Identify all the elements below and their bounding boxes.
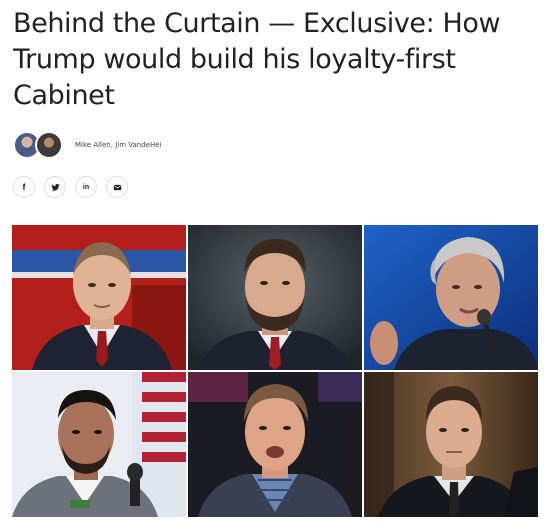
portrait-man-speaking-flag-photo[interactable] bbox=[12, 372, 186, 517]
email-share-button[interactable] bbox=[106, 176, 128, 198]
email-icon bbox=[113, 184, 121, 190]
twitter-share-button[interactable] bbox=[44, 176, 66, 198]
facebook-share-button[interactable]: f bbox=[13, 176, 35, 198]
cabinet-photo-grid bbox=[12, 225, 538, 517]
linkedin-icon: in bbox=[82, 183, 90, 191]
avatar[interactable] bbox=[35, 131, 63, 159]
portrait-bald-man-red-tie-photo[interactable] bbox=[12, 225, 186, 370]
share-bar: f in bbox=[13, 176, 128, 198]
portrait-man-suit-hearing-photo[interactable] bbox=[364, 372, 538, 517]
author-avatars[interactable] bbox=[13, 131, 65, 159]
portrait-bearded-man-red-tie-photo[interactable] bbox=[188, 225, 362, 370]
portrait-man-speaking-plaid-shirt-photo[interactable] bbox=[188, 372, 362, 517]
facebook-icon: f bbox=[22, 182, 26, 192]
byline: Mike Allen, Jim VandeHei bbox=[13, 131, 161, 159]
portrait-gray-haired-man-microphone-photo[interactable] bbox=[364, 225, 538, 370]
linkedin-share-button[interactable]: in bbox=[75, 176, 97, 198]
article-headline: Behind the Curtain — Exclusive: How Trum… bbox=[13, 8, 501, 111]
twitter-icon bbox=[50, 183, 60, 191]
author-names[interactable]: Mike Allen, Jim VandeHei bbox=[75, 141, 161, 149]
